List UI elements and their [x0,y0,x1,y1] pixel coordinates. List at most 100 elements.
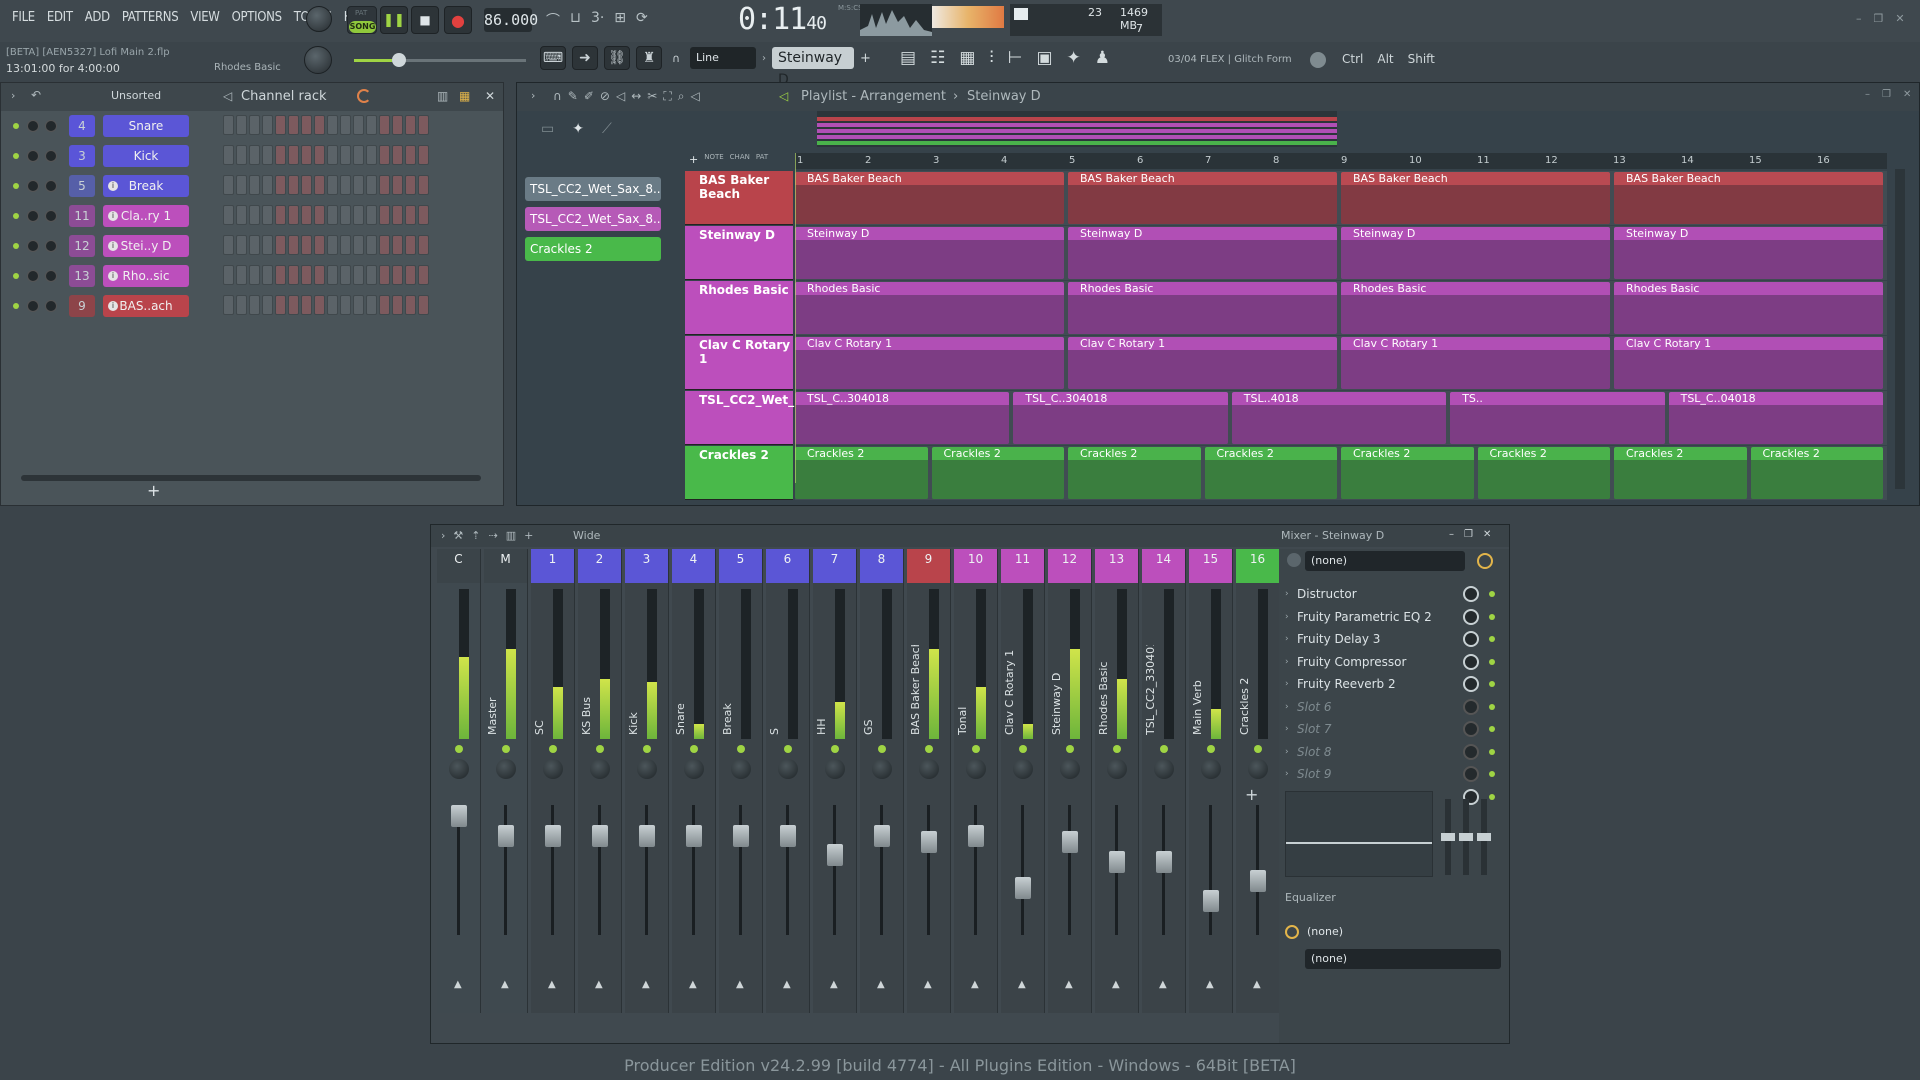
step-button[interactable] [288,205,299,225]
close-icon[interactable]: ✕ [1903,89,1911,100]
fx-slot[interactable]: › Fruity Compressor [1285,651,1503,673]
step-button[interactable] [262,235,273,255]
magnet-icon[interactable]: ∩ [553,89,562,104]
fx-slot[interactable]: › Distructor [1285,583,1503,605]
pat-song-toggle[interactable]: PAT SONG [347,6,377,34]
fx-mix-knob[interactable] [1463,743,1479,760]
fx-enable-led[interactable] [1489,748,1495,755]
mixer-track-number[interactable]: 16 [1236,549,1279,583]
step-button[interactable] [379,295,390,315]
stop-button[interactable]: ■ [411,6,439,34]
mixer-strip[interactable]: 12 Steinway D ▲ [1048,549,1092,1013]
select-icon[interactable]: ⛶ [663,89,671,104]
pan-knob[interactable] [1154,759,1174,779]
arrangement-clip[interactable]: BAS Baker Beach [1341,172,1610,224]
pan-knob[interactable] [543,759,563,779]
mixer-strip[interactable]: 16 Crackles 2 ▲ [1236,549,1280,1013]
arrangement-clip[interactable]: Steinway D [1341,227,1610,279]
channel-enable-led[interactable] [13,243,19,249]
step-button[interactable] [418,295,429,315]
step-button[interactable] [275,145,286,165]
step-button[interactable] [262,265,273,285]
mute-led[interactable] [1066,745,1074,753]
pattern-select[interactable]: Steinway D [772,47,854,88]
route-arrow-icon[interactable]: ▲ [877,979,885,990]
channel-mixer-track[interactable]: 9 [69,295,95,317]
mixer-strip[interactable]: 8 GS ▲ [860,549,904,1013]
menu-add[interactable]: ADD [79,10,116,25]
mute-icon[interactable]: ◁ [616,89,625,104]
graph-icon[interactable]: ▥ [437,89,448,103]
arrangement-clip[interactable]: Crackles 2 [1204,447,1337,499]
pan-knob[interactable] [1060,759,1080,779]
step-button[interactable] [392,295,403,315]
expand-arrow-icon[interactable]: › [1285,589,1297,599]
mute-led[interactable] [596,745,604,753]
arrangement-clip[interactable]: TSL..4018 [1231,392,1447,444]
arrangement-clip[interactable]: TSL_C..304018 [795,392,1010,444]
fx-slot[interactable]: › Slot 6 [1285,696,1503,718]
volume-fader[interactable] [545,824,561,847]
step-button[interactable] [301,205,312,225]
mute-led[interactable] [878,745,886,753]
mute-led[interactable] [1160,745,1168,753]
fx-enable-led[interactable] [1489,771,1495,777]
step-button[interactable] [223,265,234,285]
channel-enable-led[interactable] [13,123,19,129]
fx-enable-led[interactable] [1489,636,1495,642]
step-button[interactable] [223,145,234,165]
channel-mixer-track[interactable]: 5 [69,175,95,197]
step-button[interactable] [379,145,390,165]
expand-arrow-icon[interactable]: › [1285,657,1297,667]
step-button[interactable] [353,295,364,315]
pan-knob[interactable] [449,759,469,779]
mixer-strip[interactable]: 1 SC ▲ [531,549,575,1013]
wait-icon[interactable]: ⊔ [570,10,581,32]
master-pitch-slider[interactable] [354,53,526,67]
restore-icon[interactable]: ❐ [1464,529,1473,540]
step-button[interactable] [236,235,247,255]
step-button[interactable] [392,175,403,195]
channel-volume-knob[interactable] [45,120,57,132]
step-button[interactable] [275,265,286,285]
step-button[interactable] [327,115,338,135]
mixer-strip[interactable]: 6 S ▲ [766,549,810,1013]
step-button[interactable] [379,205,390,225]
fx-mix-knob[interactable] [1463,631,1479,647]
volume-fader[interactable] [827,844,843,866]
eq-slider-low[interactable] [1441,799,1455,875]
menu-arrow-icon[interactable]: › [11,89,15,102]
menu-view[interactable]: VIEW [184,10,225,25]
ctrl-key[interactable]: Ctrl [1342,52,1363,66]
route-arrow-icon[interactable]: ▲ [595,979,603,990]
mixer-track-number[interactable]: 1 [531,549,574,583]
pan-knob[interactable] [590,759,610,779]
channel-row[interactable]: 3 Kick [13,143,429,169]
picker-item[interactable]: TSL_CC2_Wet_Sax_8.. [525,177,661,201]
volume-fader[interactable] [1015,876,1031,899]
channel-pan-knob[interactable] [27,240,39,252]
playback-icon[interactable]: ◁ [690,89,699,104]
channel-name-button[interactable]: Snare [103,115,189,137]
step-button[interactable] [301,175,312,195]
fx-slot[interactable]: › Slot 9 [1285,763,1503,785]
step-button[interactable] [340,235,351,255]
step-button[interactable] [301,235,312,255]
channel-enable-led[interactable] [13,273,19,279]
slider-thumb[interactable] [392,53,406,67]
step-button[interactable] [249,235,260,255]
step-button[interactable] [327,175,338,195]
step-button[interactable] [340,175,351,195]
channel-volume-knob[interactable] [45,150,57,162]
pan-knob[interactable] [778,759,798,779]
pan-knob[interactable] [637,759,657,779]
minimize-icon[interactable]: – [1865,89,1870,100]
arrangement-clip[interactable]: Rhodes Basic [1614,282,1883,334]
route-arrow-icon[interactable]: ▲ [548,979,556,990]
wrench-icon[interactable]: ⚒ [453,529,463,542]
restore-icon[interactable]: ❐ [1874,12,1884,25]
fx-mix-knob[interactable] [1463,721,1479,737]
output-select[interactable]: (none) [1305,949,1501,969]
arrangement-clip[interactable]: TSL_C..304018 [1013,392,1228,444]
step-icon[interactable]: ▦ [459,89,470,103]
